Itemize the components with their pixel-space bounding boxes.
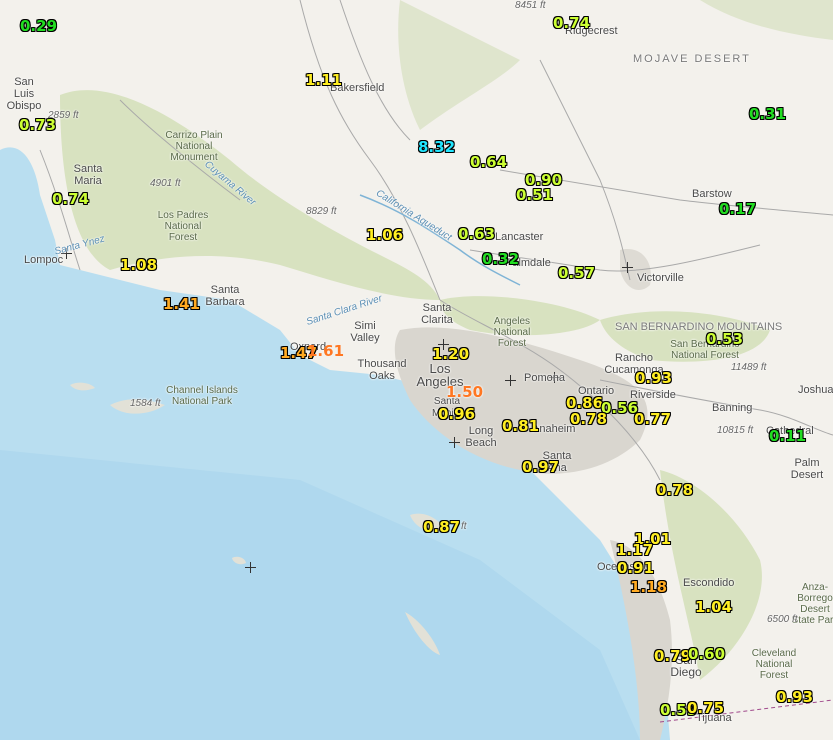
value-label[interactable]: 0.53	[706, 331, 743, 347]
place-label-angeles-nf: Angeles National Forest	[493, 316, 531, 349]
place-label-channel-islands: Channel Islands National Park	[166, 385, 238, 407]
city-marker	[245, 562, 256, 573]
value-label[interactable]: 0.64	[470, 154, 507, 170]
place-label-lancaster: Lancaster	[495, 231, 544, 243]
value-label[interactable]: 0.63	[458, 226, 495, 242]
elevation-label: 8451 ft	[515, 0, 546, 11]
value-label[interactable]: 0.87	[423, 519, 460, 535]
value-label[interactable]: 0.79	[654, 648, 691, 664]
value-label[interactable]: 0.96	[438, 406, 475, 422]
value-label[interactable]: 1.06	[366, 227, 403, 243]
place-label-barstow: Barstow	[692, 188, 732, 200]
place-label-pomona: Pomona	[524, 372, 565, 384]
value-label[interactable]: 0.77	[634, 411, 671, 427]
elevation-label: 6500 ft	[767, 614, 798, 625]
place-label-los-padres: Los Padres National Forest	[157, 210, 209, 243]
place-label-santa-clarita: Santa Clarita	[421, 302, 453, 326]
place-label-sb-mountains: SAN BERNARDINO MOUNTAINS	[615, 321, 783, 333]
place-label-escondido: Escondido	[683, 577, 735, 589]
value-label[interactable]: 1.41	[163, 296, 200, 312]
value-label[interactable]: 1.08	[120, 257, 157, 273]
place-label-banning: Banning	[712, 402, 753, 414]
place-label-joshua: Joshua	[798, 384, 833, 396]
value-label[interactable]: 1.18	[630, 579, 667, 595]
value-label[interactable]: 0.93	[635, 370, 672, 386]
value-label[interactable]: 0.78	[656, 482, 693, 498]
elevation-label: 8829 ft	[306, 206, 337, 217]
elevation-label: 11489 ft	[731, 362, 767, 373]
place-label-san-luis-obispo: San Luis Obispo	[6, 76, 42, 112]
value-label[interactable]: 1.61	[307, 343, 344, 359]
value-label[interactable]: 0.32	[482, 251, 519, 267]
value-label[interactable]: 0.11	[769, 428, 806, 444]
city-marker	[505, 375, 516, 386]
value-label[interactable]: 0.74	[52, 191, 89, 207]
value-label[interactable]: 0.86	[566, 395, 603, 411]
place-label-mojave: MOJAVE DESERT	[633, 53, 751, 65]
value-label[interactable]: 1.11	[305, 72, 342, 88]
place-label-simi: Simi Valley	[350, 320, 380, 344]
value-label[interactable]: 1.04	[695, 599, 732, 615]
value-label[interactable]: 0.60	[688, 646, 725, 662]
value-label[interactable]: 0.17	[719, 201, 756, 217]
place-label-palm-desert: Palm Desert	[790, 457, 824, 481]
value-label[interactable]: 0.75	[687, 700, 724, 716]
value-label[interactable]: 0.91	[617, 560, 654, 576]
value-label[interactable]: 1.50	[446, 384, 483, 400]
value-label[interactable]: 0.51	[516, 187, 553, 203]
value-label[interactable]: 0.57	[558, 265, 595, 281]
place-label-cleveland: Cleveland National Forest	[751, 648, 797, 681]
value-label[interactable]: 0.93	[776, 689, 813, 705]
value-label[interactable]: 1.20	[432, 346, 469, 362]
city-marker	[622, 262, 633, 273]
value-label[interactable]: 8.32	[418, 139, 455, 155]
value-label[interactable]: 0.78	[570, 411, 607, 427]
elevation-label: 1584 ft	[130, 398, 161, 409]
map-view[interactable]: Bakersfield Ridgecrest MOJAVE DESERT San…	[0, 0, 833, 740]
value-label[interactable]: 0.81	[502, 418, 539, 434]
value-label[interactable]: 0.97	[522, 459, 559, 475]
value-label[interactable]: 0.29	[20, 18, 57, 34]
elevation-label: 10815 ft	[717, 425, 754, 436]
place-label-carrizo: Carrizo Plain National Monument	[165, 130, 223, 163]
place-label-santa-maria: Santa Maria	[73, 163, 103, 187]
place-label-victorville: Victorville	[637, 272, 684, 284]
elevation-label: 4901 ft	[150, 178, 181, 189]
value-label[interactable]: 0.73	[19, 117, 56, 133]
value-label[interactable]: 1.17	[616, 542, 653, 558]
place-label-thousand-oaks: Thousand Oaks	[357, 358, 407, 382]
elevation-label: ft	[461, 521, 467, 532]
place-label-santa-barbara: Santa Barbara	[205, 284, 245, 308]
value-label[interactable]: 0.31	[749, 106, 786, 122]
value-label[interactable]: 0.74	[553, 15, 590, 31]
city-marker	[449, 437, 460, 448]
place-label-long-beach: Long Beach	[465, 425, 497, 449]
